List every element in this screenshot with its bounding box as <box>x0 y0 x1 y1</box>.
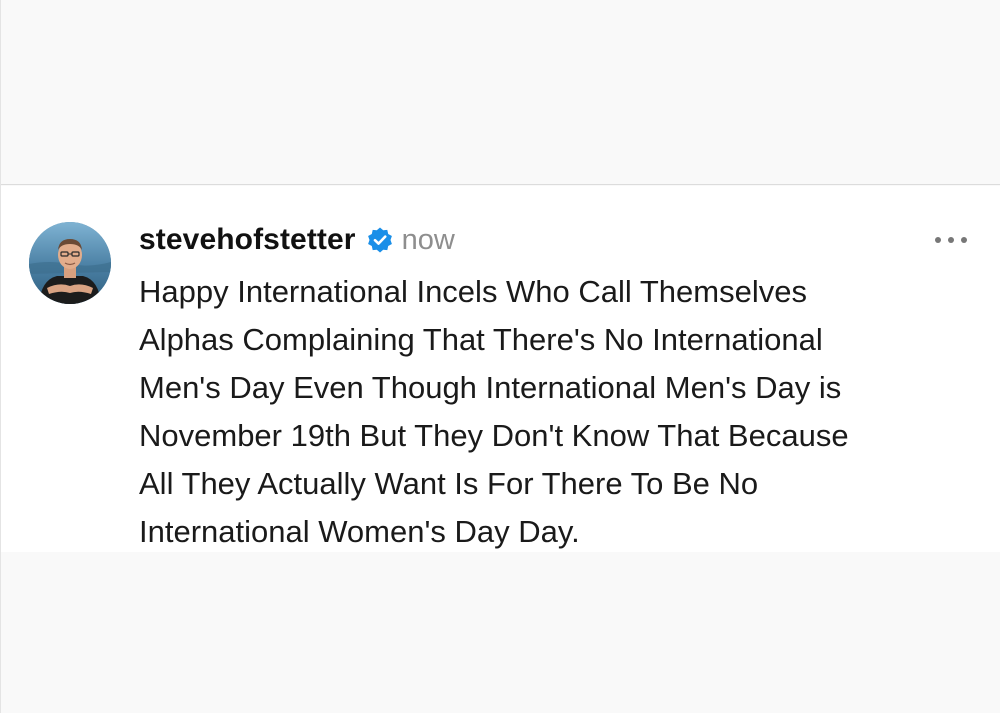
top-empty-area <box>1 0 1000 185</box>
post-caption: Happy International Incels Who Call Them… <box>139 268 959 556</box>
verified-badge-icon <box>366 226 394 254</box>
caption-line: November 19th But They Don't Know That B… <box>139 418 849 453</box>
more-options-icon[interactable] <box>931 230 971 250</box>
post-timestamp: now <box>401 223 455 256</box>
more-dot <box>935 237 941 243</box>
caption-line: All They Actually Want Is For There To B… <box>139 466 759 501</box>
caption-line: International Women's Day Day. <box>139 514 580 549</box>
post-header: stevehofstetter now <box>139 220 455 260</box>
more-dot <box>961 237 967 243</box>
avatar[interactable] <box>29 222 111 304</box>
bottom-empty-area <box>1 552 1000 713</box>
caption-line: Happy International Incels Who Call Them… <box>139 274 807 309</box>
caption-line: Men's Day Even Though International Men'… <box>139 370 842 405</box>
avatar-image <box>29 222 111 304</box>
caption-line: Alphas Complaining That There's No Inter… <box>139 322 823 357</box>
username-link[interactable]: stevehofstetter <box>139 223 356 257</box>
screenshot-page: stevehofstetter now Happy International … <box>0 0 1000 713</box>
more-dot <box>948 237 954 243</box>
post-card: stevehofstetter now Happy International … <box>1 186 1000 552</box>
